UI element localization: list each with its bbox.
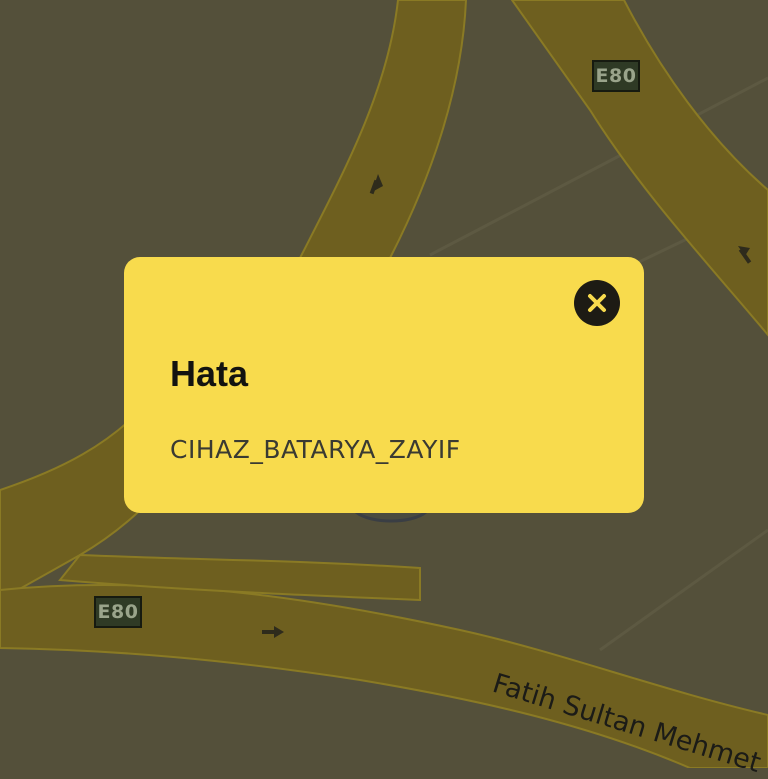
close-icon <box>588 294 606 312</box>
close-button[interactable] <box>574 280 620 326</box>
route-shield-e80: E80 <box>592 60 640 92</box>
dialog-title: Hata <box>170 353 249 394</box>
error-dialog: Hata CIHAZ_BATARYA_ZAYIF <box>124 257 644 513</box>
dialog-message: CIHAZ_BATARYA_ZAYIF <box>170 435 461 464</box>
route-shield-e80: E80 <box>94 596 142 628</box>
